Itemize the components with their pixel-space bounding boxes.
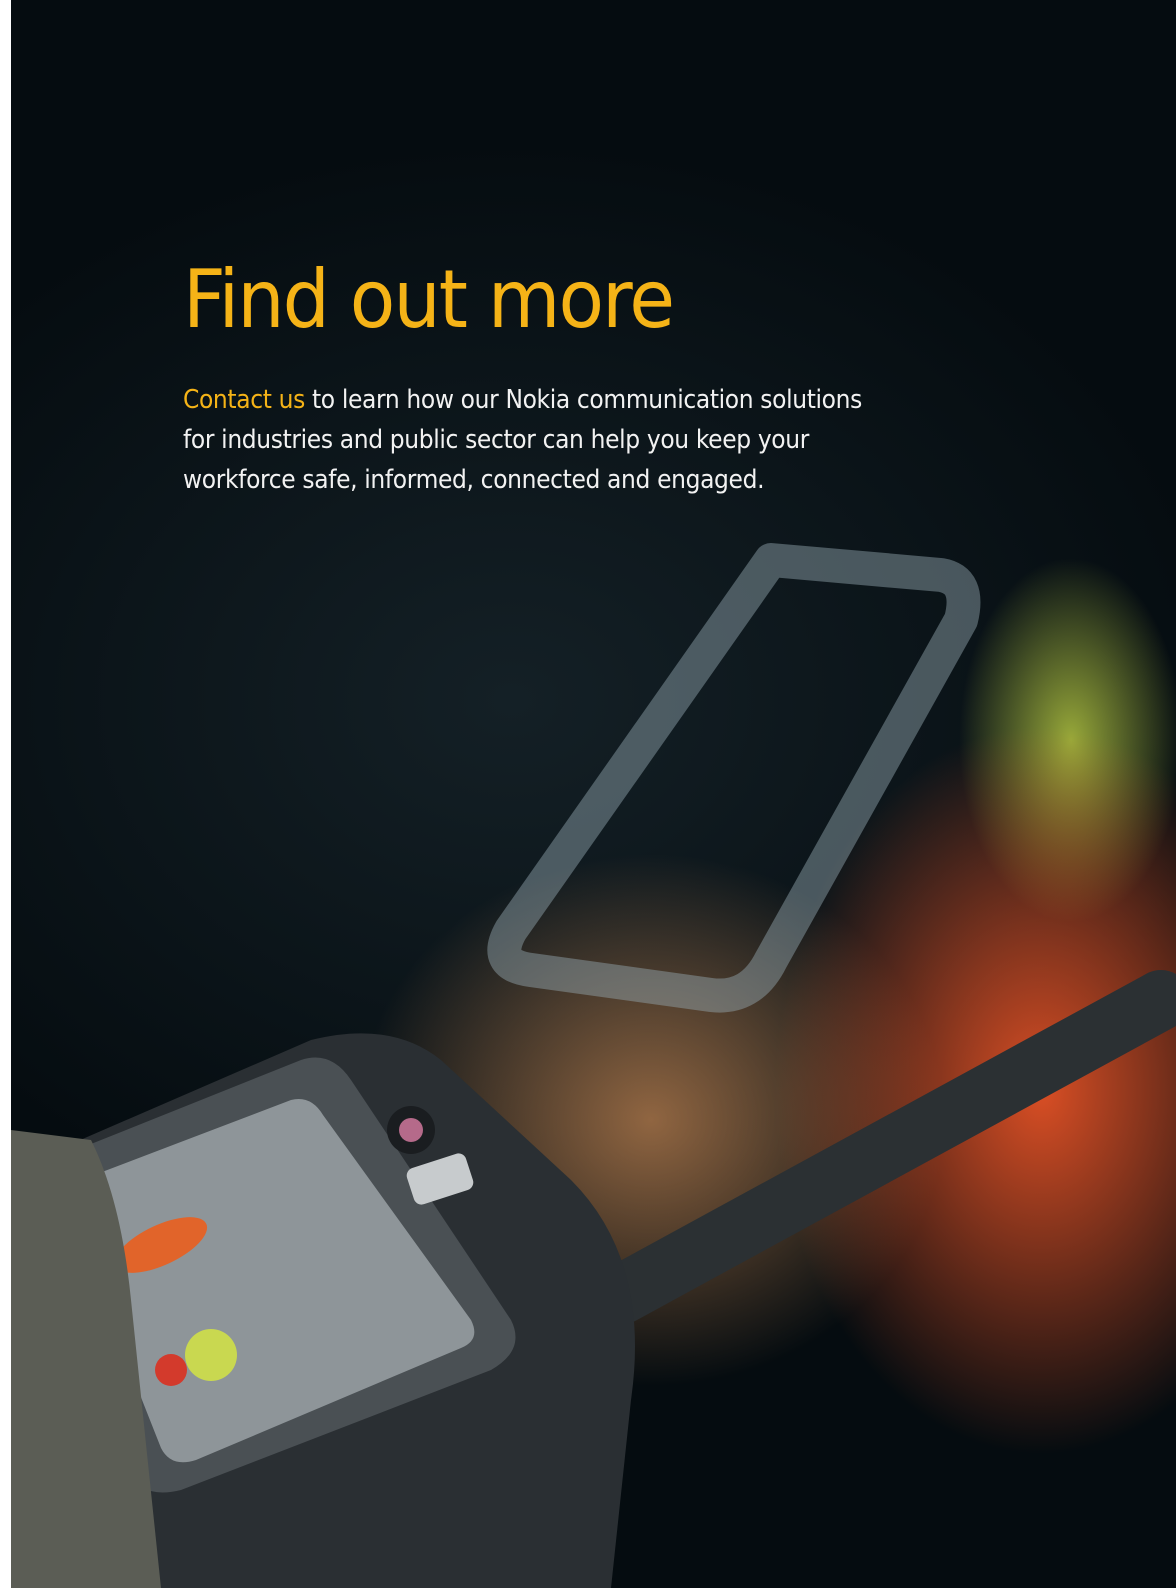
intro-line-1: to learn how our Nokia communication sol… — [304, 385, 862, 415]
find-out-more-section: Find out more Contact us to learn how ou… — [183, 256, 973, 500]
intro-paragraph: Contact us to learn how our Nokia commun… — [183, 380, 966, 500]
intro-line-3: workforce safe, informed, connected and … — [183, 465, 765, 495]
page: Find out more Contact us to learn how ou… — [11, 0, 1176, 1588]
background-photo — [11, 543, 1176, 1588]
page-title: Find out more — [183, 253, 675, 346]
contact-us-link[interactable]: Contact us — [183, 385, 305, 415]
intro-line-2: for industries and public sector can hel… — [183, 425, 810, 455]
